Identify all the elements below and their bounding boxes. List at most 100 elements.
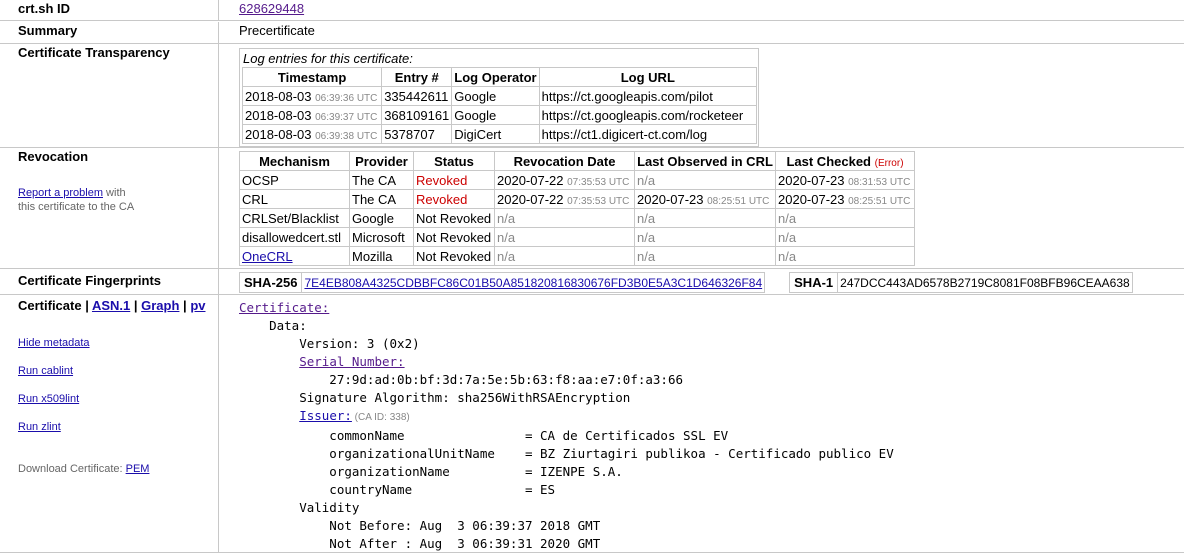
rev-provider: Microsoft xyxy=(349,227,414,247)
table-row: CRL The CA Revoked 2020-07-22 07:35:53 U… xyxy=(239,189,915,209)
row-certificate: Certificate | ASN.1 | Graph | pv Hide me… xyxy=(0,295,1184,553)
sep: | xyxy=(130,298,142,313)
certificate-link[interactable]: Certificate: xyxy=(239,300,329,315)
rev-date: n/a xyxy=(494,246,635,266)
table-row: OCSP The CA Revoked 2020-07-22 07:35:53 … xyxy=(239,170,915,190)
rev-mechanism: OCSP xyxy=(239,170,350,190)
row-crtsh-id: crt.sh ID 628629448 xyxy=(0,0,1184,21)
ct-entry: 368109161 xyxy=(381,105,453,125)
revocation-label-cell: Revocation Report a problem with this ce… xyxy=(0,148,219,268)
table-row: 2018-08-03 06:39:37 UTC 368109161 Google… xyxy=(241,105,758,125)
rev-mechanism: CRLSet/Blacklist xyxy=(239,208,350,228)
sha256-label: SHA-256 xyxy=(240,273,303,292)
ct-url: https://ct1.digicert-ct.com/log xyxy=(538,124,758,144)
sha256-link[interactable]: 7E4EB808A4325CDBBFC86C01B50A851820816830… xyxy=(302,276,764,290)
sha1-label: SHA-1 xyxy=(790,273,839,292)
issuer-line: organizationalUnitName = BZ Ziurtagiri p… xyxy=(239,446,894,461)
ct-entry: 335442611 xyxy=(381,86,453,106)
hide-metadata-link[interactable]: Hide metadata xyxy=(18,337,90,349)
run-zlint-link[interactable]: Run zlint xyxy=(18,421,61,433)
onecrl-link[interactable]: OneCRL xyxy=(242,249,293,264)
ct-header-operator: Log Operator xyxy=(451,67,540,87)
rev-observed-time: 08:25:51 UTC xyxy=(707,195,770,207)
rev-observed: n/a xyxy=(634,227,776,247)
rev-provider: Google xyxy=(349,208,414,228)
crtsh-id-link[interactable]: 628629448 xyxy=(239,1,304,16)
ct-operator: DigiCert xyxy=(451,124,540,144)
ct-date: 2018-08-03 xyxy=(245,126,312,142)
sha1-box: SHA-1 247DCC443AD6578B2719C8081F08BFB96C… xyxy=(789,272,1133,293)
rev-header-revocation-date: Revocation Date xyxy=(494,151,635,171)
table-row: OneCRL Mozilla Not Revoked n/a n/a n/a xyxy=(239,246,915,266)
ct-log-entries-panel[interactable]: Log entries for this certificate: Timest… xyxy=(239,48,759,147)
issuer-line: organizationName = IZENPE S.A. xyxy=(239,464,623,479)
rev-observed: n/a xyxy=(634,170,776,190)
issuer-line: commonName = CA de Certificados SSL EV xyxy=(239,428,729,443)
serial-number-link[interactable]: Serial Number: xyxy=(299,354,404,369)
last-checked-error: (Error) xyxy=(874,157,904,169)
rev-checked-time: 08:25:51 UTC xyxy=(848,195,911,207)
serial-number-value: 27:9d:ad:0b:bf:3d:7a:5e:5b:63:f8:aa:e7:0… xyxy=(239,372,684,387)
rev-status: Revoked xyxy=(413,170,495,190)
rev-observed: n/a xyxy=(634,246,776,266)
report-text: with xyxy=(103,187,126,199)
download-pem-link[interactable]: PEM xyxy=(126,463,150,475)
rev-checked: n/a xyxy=(775,246,915,266)
rev-checked-time: 08:31:53 UTC xyxy=(848,176,911,188)
fingerprints-label: Certificate Fingerprints xyxy=(0,269,219,294)
graph-link[interactable]: Graph xyxy=(141,298,179,313)
rev-date: n/a xyxy=(494,208,635,228)
ct-header-entry: Entry # xyxy=(381,67,453,87)
rev-checked: n/a xyxy=(775,227,915,247)
validity: Validity xyxy=(239,500,360,515)
issuer-ca-id: (CA ID: 338) xyxy=(351,412,410,423)
certificate-tab: Certificate xyxy=(18,298,82,313)
asn1-link[interactable]: ASN.1 xyxy=(92,298,130,313)
certificate-side-links: Hide metadata Run cablint Run x509lint R… xyxy=(18,337,218,491)
rev-status: Revoked xyxy=(413,189,495,209)
rev-date: 2020-07-22 xyxy=(497,172,564,188)
ct-label: Certificate Transparency xyxy=(0,44,219,147)
ct-date: 2018-08-03 xyxy=(245,88,312,104)
run-x509lint-link[interactable]: Run x509lint xyxy=(18,393,79,405)
rev-time: 07:35:53 UTC xyxy=(567,176,630,188)
rev-checked: 2020-07-23 xyxy=(778,191,845,207)
ct-time: 06:39:38 UTC xyxy=(315,130,378,142)
row-certificate-transparency: Certificate Transparency Log entries for… xyxy=(0,44,1184,148)
sha1-value: 247DCC443AD6578B2719C8081F08BFB96CEAA638 xyxy=(840,275,1130,290)
not-before: Not Before: Aug 3 06:39:37 2018 GMT xyxy=(239,518,601,533)
run-cablint-link[interactable]: Run cablint xyxy=(18,365,73,377)
ct-header-url: Log URL xyxy=(538,67,758,87)
pv-link[interactable]: pv xyxy=(190,298,205,313)
summary-value: Precertificate xyxy=(239,23,315,38)
table-row: 2018-08-03 06:39:38 UTC 5378707 DigiCert… xyxy=(241,124,758,144)
rev-status: Not Revoked xyxy=(413,208,495,228)
last-checked-text: Last Checked xyxy=(786,153,872,169)
not-after: Not After : Aug 3 06:39:31 2020 GMT xyxy=(239,536,601,551)
rev-header-last-checked: Last Checked (Error) xyxy=(775,151,915,171)
signature-algorithm: Signature Algorithm: sha256WithRSAEncryp… xyxy=(239,390,631,405)
ct-date: 2018-08-03 xyxy=(245,107,312,123)
ct-header-timestamp: Timestamp xyxy=(241,67,383,87)
table-row: disallowedcert.stl Microsoft Not Revoked… xyxy=(239,227,915,247)
sep: | xyxy=(81,298,92,313)
rev-checked: n/a xyxy=(775,208,915,228)
ct-caption: Log entries for this certificate: xyxy=(243,51,413,66)
revocation-label: Revocation xyxy=(18,149,89,164)
issuer-link[interactable]: Issuer: xyxy=(299,408,352,423)
rev-header-provider: Provider xyxy=(349,151,414,171)
rev-date: n/a xyxy=(494,227,635,247)
certificate-text: Certificate: Data: Version: 3 (0x2) Seri… xyxy=(239,297,1184,553)
download-text: Download Certificate: xyxy=(18,463,126,475)
rev-status: Not Revoked xyxy=(413,227,495,247)
revocation-table: Mechanism Provider Status Revocation Dat… xyxy=(239,151,915,266)
row-fingerprints: Certificate Fingerprints SHA-256 7E4EB80… xyxy=(0,269,1184,295)
rev-provider: The CA xyxy=(349,170,414,190)
ct-url: https://ct.googleapis.com/rocketeer xyxy=(538,105,758,125)
ct-entry: 5378707 xyxy=(381,124,453,144)
cert-version: Version: 3 (0x2) xyxy=(239,336,420,351)
rev-provider: The CA xyxy=(349,189,414,209)
cert-data: Data: xyxy=(239,318,307,333)
report-problem-link[interactable]: Report a problem xyxy=(18,187,103,199)
table-row: 2018-08-03 06:39:36 UTC 335442611 Google… xyxy=(241,86,758,106)
